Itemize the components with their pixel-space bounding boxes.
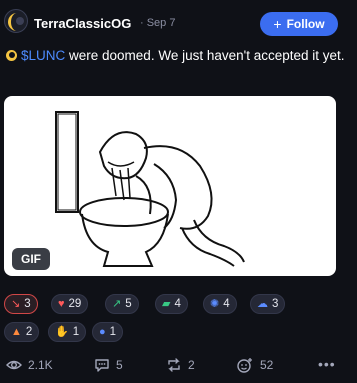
reaction-count: 4 xyxy=(223,298,230,310)
reaction-ghost[interactable]: ☁ 3 xyxy=(250,294,286,314)
fire-icon: ▲ xyxy=(11,325,22,338)
comments-count: 5 xyxy=(116,358,123,372)
reaction-count: 3 xyxy=(272,298,279,310)
views-count: 2.1K xyxy=(28,358,53,372)
reposts-count: 2 xyxy=(188,358,195,372)
ghost-icon: ☁ xyxy=(257,297,268,310)
reaction-count: 1 xyxy=(109,326,117,338)
reaction-bomb[interactable]: ● 1 xyxy=(92,322,124,342)
car-icon: ▰ xyxy=(162,297,171,310)
reaction-car[interactable]: ▰ 4 xyxy=(155,294,188,314)
reaction-chart-down[interactable]: ↘ 3 xyxy=(4,294,38,314)
repost-icon xyxy=(168,358,180,372)
reaction-heart[interactable]: ♥ 29 xyxy=(51,294,89,314)
octopus-icon: ✺ xyxy=(210,297,220,310)
more-options-icon[interactable]: ••• xyxy=(318,356,336,372)
reaction-count: 2 xyxy=(25,326,33,338)
heart-icon: ♥ xyxy=(58,297,65,310)
post-media-gif[interactable]: GIF xyxy=(4,96,336,276)
avatar[interactable] xyxy=(4,9,28,33)
likes-count: 52 xyxy=(260,358,274,372)
reaction-count: 29 xyxy=(68,298,82,310)
chart-down-icon: ↘ xyxy=(11,297,21,310)
gif-illustration xyxy=(55,111,245,267)
comment-button[interactable]: 5 xyxy=(94,358,123,372)
reaction-count: 3 xyxy=(24,298,31,310)
author-name[interactable]: TerraClassicOG xyxy=(34,16,131,31)
smiley-plus-icon xyxy=(237,358,252,373)
add-reaction-button[interactable]: 52 xyxy=(236,357,273,373)
reaction-count: 1 xyxy=(72,326,80,338)
lunc-coin-icon xyxy=(6,50,17,61)
reaction-chart-up[interactable]: ↗ 5 xyxy=(105,294,139,314)
chart-up-icon: ↗ xyxy=(112,297,122,310)
post-timestamp[interactable]: · Sep 7 xyxy=(140,17,175,29)
eye-icon xyxy=(6,360,22,370)
reaction-count: 5 xyxy=(125,298,132,310)
plus-icon: + xyxy=(273,16,282,32)
reaction-fire[interactable]: ▲ 2 xyxy=(4,322,40,342)
bomb-icon: ● xyxy=(99,325,106,338)
cashtag-link[interactable]: $LUNC xyxy=(21,48,65,63)
gif-badge: GIF xyxy=(12,248,50,270)
reaction-octopus[interactable]: ✺ 4 xyxy=(203,294,237,314)
repost-button[interactable]: 2 xyxy=(166,358,195,372)
comment-icon xyxy=(95,359,109,372)
terra-logo-icon xyxy=(7,12,24,32)
reaction-hand[interactable]: ✋ 1 xyxy=(48,322,87,342)
engagement-bar: 2.1K 5 2 52 ••• xyxy=(0,356,357,378)
post-body: $LUNC were doomed. We just haven't accep… xyxy=(6,46,346,66)
reaction-count: 4 xyxy=(174,298,181,310)
follow-button[interactable]: + Follow xyxy=(260,12,338,36)
views-stat[interactable]: 2.1K xyxy=(6,358,53,372)
hand-icon: ✋ xyxy=(55,325,69,338)
follow-label: Follow xyxy=(286,17,325,31)
post-text: were doomed. We just haven't accepted it… xyxy=(65,48,345,63)
